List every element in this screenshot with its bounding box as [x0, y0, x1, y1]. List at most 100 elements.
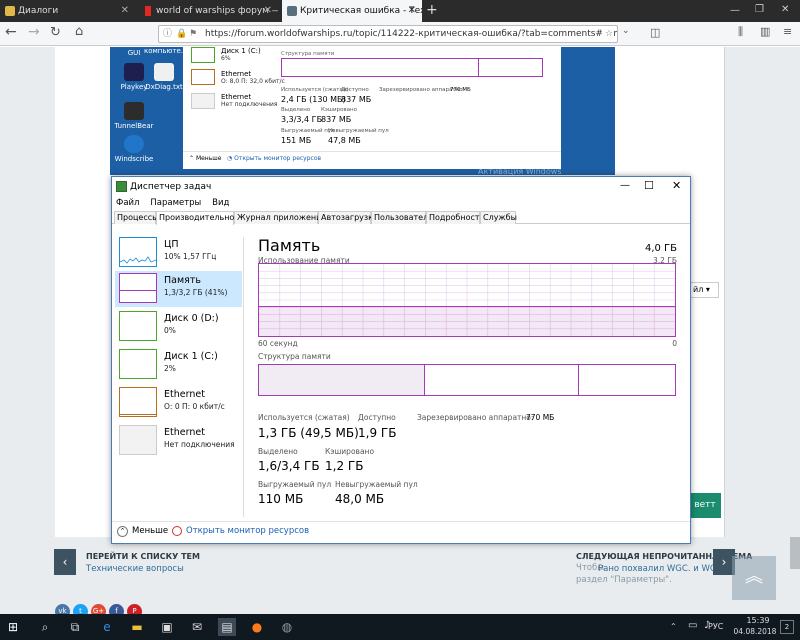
browser-tab-forum[interactable]: Критическая ошибка - Техн ✕: [282, 0, 422, 22]
tab-users[interactable]: Пользователи: [371, 211, 433, 224]
struct-label: Структура памяти: [258, 352, 331, 361]
memory-detail-panel: Память 4,0 ГБ Использование памяти 3,2 Г…: [258, 225, 683, 525]
sidebar-item-disk-d[interactable]: Диск 0 (D:) 0%: [115, 309, 242, 345]
reserved-value: 770 МБ: [526, 413, 555, 422]
library-icon[interactable]: ⫼: [738, 25, 743, 39]
windows-start-icon[interactable]: ⊞: [4, 618, 22, 636]
tab-startup[interactable]: Автозагрузка: [318, 211, 378, 224]
close-tab-icon[interactable]: ✕: [121, 0, 129, 22]
reserved-label: Зарезервировано аппаратно:: [417, 413, 534, 422]
struct-label: Структура памяти: [281, 51, 335, 57]
tab-processes[interactable]: Процессы: [114, 211, 158, 224]
tab-details[interactable]: Подробности: [426, 211, 485, 224]
tab-performance[interactable]: Производительность: [156, 211, 248, 225]
close-tab-icon[interactable]: ✕: [408, 0, 416, 22]
memory-in-use-segment: [259, 365, 426, 395]
menu-view[interactable]: Вид: [208, 197, 233, 210]
cache-value: 837 МБ: [321, 115, 352, 124]
menu-icon[interactable]: ≡: [783, 25, 792, 38]
task-view-icon[interactable]: ⧉: [66, 618, 84, 636]
language-indicator[interactable]: РУС: [708, 622, 723, 631]
close-tab-icon[interactable]: ✕: [264, 0, 272, 22]
sidebar-item-ethernet[interactable]: Ethernet О: 0 П: 0 кбит/с: [115, 385, 242, 421]
dropdown-history-icon[interactable]: ⌄: [622, 26, 630, 36]
sidebar-item-cpu[interactable]: ЦП 10% 1,57 ГГц: [115, 235, 242, 271]
dialogs-favicon-icon: [5, 6, 15, 16]
double-chevron-up-icon: ︽: [745, 566, 763, 587]
tab-app-history[interactable]: Журнал приложений: [234, 211, 327, 224]
sidebar-icon[interactable]: ▥: [760, 25, 770, 38]
maximize-icon[interactable]: ☐: [644, 179, 654, 192]
permissions-icon[interactable]: ⚑: [189, 26, 197, 42]
ethernet2-name: Ethernet: [221, 93, 252, 101]
back-to-topics-label[interactable]: ПЕРЕЙТИ К СПИСКУ ТЕМ: [86, 552, 200, 561]
paged-value: 151 МБ: [281, 136, 312, 145]
notifications-icon[interactable]: 2: [780, 620, 794, 634]
pocket-icon[interactable]: ◫: [650, 26, 660, 39]
file-explorer-icon[interactable]: ▬: [128, 618, 146, 636]
clock-date[interactable]: 04.08.2018: [730, 627, 780, 636]
mail-icon[interactable]: ✉: [188, 618, 206, 636]
fewer-details-link[interactable]: Меньше: [132, 526, 168, 536]
home-icon[interactable]: ⌂: [75, 24, 83, 39]
used-label: Используется (сжатая): [281, 87, 349, 93]
struct-bar: [281, 58, 543, 77]
sidebar-item-label: Диск 1 (C:): [164, 351, 218, 362]
forward-icon[interactable]: →: [28, 24, 40, 40]
less-label: Меньше: [195, 155, 222, 162]
sidebar-item-sub: 2%: [164, 364, 176, 373]
next-topic-link[interactable]: Рано похвалил WGC. и WG..: [598, 564, 722, 574]
chevron-up-icon[interactable]: ⌃: [117, 526, 128, 537]
search-icon[interactable]: ⌕: [36, 618, 54, 636]
restore-window-icon[interactable]: ❐: [755, 4, 764, 15]
ethernet-thumbnail: [119, 387, 157, 417]
previous-topic-button[interactable]: ‹: [54, 549, 76, 575]
sidebar-item-memory[interactable]: Память 1,3/3,2 ГБ (41%): [115, 271, 242, 307]
address-bar[interactable]: ⓘ 🔒 ⚑ https://forum.worldofwarships.ru/t…: [158, 25, 618, 43]
sidebar-item-label: Память: [164, 275, 201, 286]
network-icon[interactable]: ▭: [688, 620, 697, 631]
used-label: Используется (сжатая): [258, 413, 350, 422]
url-text: https://forum.worldofwarships.ru/topic/1…: [205, 29, 618, 39]
scrollbar-thumb[interactable]: [790, 537, 800, 569]
disk-c-thumbnail: [119, 349, 157, 379]
menu-file[interactable]: Файл: [112, 197, 143, 210]
minimize-icon[interactable]: —: [620, 180, 630, 191]
clock-time[interactable]: 15:39: [738, 616, 778, 625]
browser-tab-yandex[interactable]: world of warships форум — Ян ✕: [138, 0, 278, 22]
tunnelbear-icon: [124, 102, 144, 120]
taskmanager-taskbar-icon[interactable]: ▤: [218, 618, 236, 636]
reload-icon[interactable]: ↻: [50, 25, 61, 40]
tab-label: Критическая ошибка - Техн: [300, 6, 422, 16]
submit-answer-button[interactable]: ветт: [689, 493, 721, 518]
firefox-icon[interactable]: ●: [248, 618, 266, 636]
back-icon[interactable]: ←: [5, 24, 17, 40]
sidebar-item-sub: Нет подключения: [164, 440, 235, 449]
sidebar-item-label: Ethernet: [164, 427, 205, 438]
app-icon[interactable]: ◍: [278, 618, 296, 636]
tab-services[interactable]: Службы: [480, 211, 517, 224]
ethernet2-thumb: [191, 93, 215, 109]
browser-tab-dialogs[interactable]: Диалоги ✕: [0, 0, 135, 22]
menu-options[interactable]: Параметры: [146, 197, 205, 210]
sidebar-item-disk-c[interactable]: Диск 1 (C:) 2%: [115, 347, 242, 383]
nonpaged-pool-label: Невыгружаемый пул: [335, 480, 418, 489]
disk-value: 6%: [221, 55, 231, 62]
paged-label: Выгружаемый пул: [281, 128, 335, 134]
technical-questions-link[interactable]: Технические вопросы: [86, 564, 184, 574]
store-icon[interactable]: ▣: [158, 618, 176, 636]
alloc-label: Выделено: [281, 107, 311, 113]
bookmark-star-icon[interactable]: ☆: [601, 26, 613, 42]
minimize-window-icon[interactable]: —: [730, 5, 740, 16]
close-icon[interactable]: ✕: [672, 179, 681, 192]
scroll-to-top-button[interactable]: ︽: [732, 556, 776, 600]
tray-up-icon[interactable]: ⌃: [670, 622, 677, 631]
yandex-favicon-icon: [145, 6, 151, 16]
sidebar-item-ethernet-2[interactable]: Ethernet Нет подключения: [115, 423, 242, 459]
open-resource-monitor-link[interactable]: Открыть монитор ресурсов: [186, 526, 309, 536]
new-tab-icon[interactable]: +: [426, 2, 438, 18]
edge-icon[interactable]: e: [98, 618, 116, 636]
reply-mode-dropdown[interactable]: йл ▾: [689, 282, 719, 298]
close-window-icon[interactable]: ✕: [781, 4, 789, 15]
info-icon[interactable]: ⓘ: [163, 26, 172, 42]
